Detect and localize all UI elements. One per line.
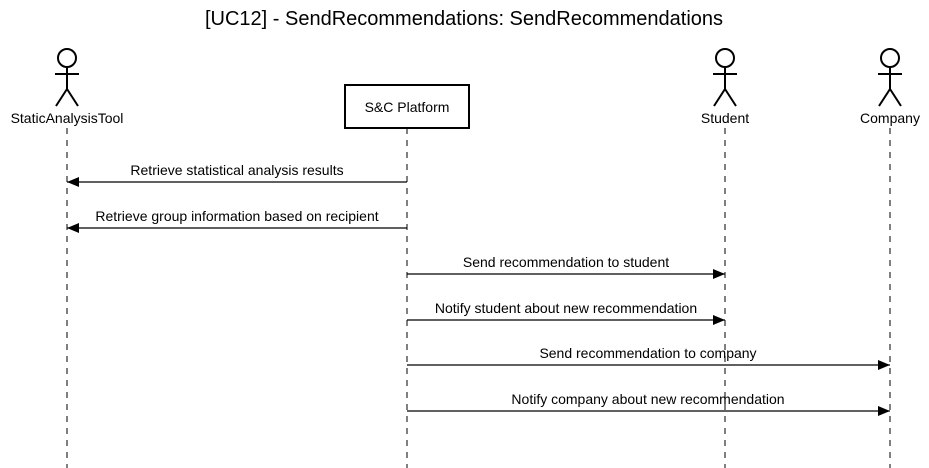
participant-label: Student	[701, 110, 749, 126]
stick-figure-icon	[55, 48, 79, 107]
participant-label: StaticAnalysisTool	[11, 110, 124, 126]
actor-company: Company	[860, 48, 920, 126]
message-label: Send recommendation to student	[463, 254, 669, 270]
participant-platform: S&C Platform	[344, 84, 470, 129]
participant-label: S&C Platform	[365, 99, 450, 115]
message-label: Notify company about new recommendation	[511, 391, 784, 407]
participant-label: Company	[860, 110, 920, 126]
message-retrieve-statistical-analysis: Retrieve statistical analysis results	[67, 162, 407, 187]
message-send-recommendation-student: Send recommendation to student	[407, 254, 725, 279]
stick-figure-icon	[878, 48, 902, 107]
actor-static-analysis-tool: StaticAnalysisTool	[11, 48, 124, 126]
message-label: Send recommendation to company	[539, 345, 756, 361]
message-label: Notify student about new recommendation	[435, 300, 697, 316]
actor-student: Student	[701, 48, 749, 126]
diagram-title: [UC12] - SendRecommendations: SendRecomm…	[205, 8, 723, 30]
message-retrieve-group-information: Retrieve group information based on reci…	[67, 208, 407, 233]
message-label: Retrieve statistical analysis results	[130, 162, 343, 178]
sequence-diagram: [UC12] - SendRecommendations: SendRecomm…	[11, 8, 920, 468]
stick-figure-icon	[713, 48, 737, 107]
message-send-recommendation-company: Send recommendation to company	[407, 345, 890, 370]
message-notify-student: Notify student about new recommendation	[407, 300, 725, 325]
message-notify-company: Notify company about new recommendation	[407, 391, 890, 416]
message-label: Retrieve group information based on reci…	[95, 208, 378, 224]
